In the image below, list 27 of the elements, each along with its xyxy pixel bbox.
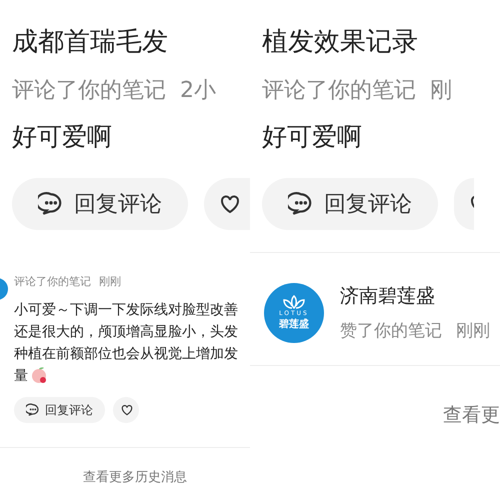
comment-icon <box>288 190 314 216</box>
comment-icon <box>38 190 64 216</box>
notification-action: 评论了你的笔记 <box>14 274 91 289</box>
lotus-icon <box>281 294 307 310</box>
more-history-link[interactable]: 查看更 <box>443 402 500 428</box>
timestamp: 2小 <box>180 77 216 105</box>
author-name[interactable]: 植发效果记录 <box>262 24 500 59</box>
timestamp: 刚 <box>430 77 452 105</box>
comment-text: 小可爱～下调一下发际线对脸型改善还是很大的，颅顶增高显脸小，头发种植在前额部位也会从视觉上增加发量 <box>14 301 239 386</box>
timestamp: 刚刚 <box>456 320 490 342</box>
reply-button[interactable]: 回复评论 <box>262 178 438 230</box>
timestamp: 刚刚 <box>99 274 121 289</box>
author-name[interactable]: 成都首瑞毛发 <box>12 24 250 59</box>
more-history-link[interactable]: 查看更多历史消息 <box>83 468 187 486</box>
notification-action: 赞了你的笔记 <box>340 320 442 342</box>
reply-button[interactable]: 回复评论 <box>12 178 188 230</box>
comment-icon <box>26 403 40 417</box>
notification-action: 评论了你的笔记 <box>262 77 416 105</box>
comment-text: 好可爱啊 <box>262 121 363 153</box>
like-button[interactable] <box>113 397 139 423</box>
author-name[interactable]: 济南碧莲盛 <box>340 283 490 309</box>
reply-button[interactable]: 回复评论 <box>14 397 105 423</box>
notification-action: 评论了你的笔记 <box>12 77 166 105</box>
heart-icon <box>120 403 134 417</box>
comment-text: 好可爱啊 <box>12 121 113 153</box>
logo-text: 碧莲盛 <box>279 318 309 331</box>
like-button[interactable] <box>204 178 250 230</box>
